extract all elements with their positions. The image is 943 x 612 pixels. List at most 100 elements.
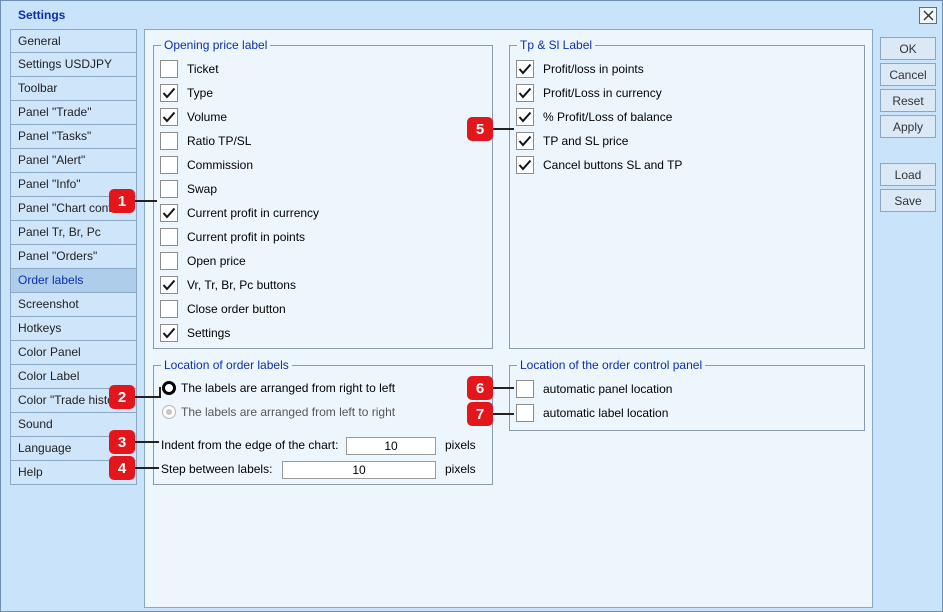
settings-window: Settings General Settings USDJPY Toolbar… bbox=[0, 0, 943, 612]
checkbox-label: Type bbox=[187, 86, 214, 100]
tp-sl-label-group: Tp & Sl Label Profit/loss in points Prof… bbox=[509, 38, 865, 349]
checkbox-profit-loss-points[interactable]: Profit/loss in points bbox=[516, 60, 644, 78]
checkmark-icon bbox=[518, 63, 532, 75]
radio-right-to-left[interactable]: The labels are arranged from right to le… bbox=[162, 381, 395, 395]
checkbox-volume[interactable]: Volume bbox=[160, 108, 227, 126]
annotation-badge-4: 4 bbox=[109, 456, 135, 480]
checkbox-label: Swap bbox=[187, 182, 218, 196]
close-button[interactable] bbox=[919, 7, 937, 24]
sidebar-item-panel-orders[interactable]: Panel "Orders" bbox=[10, 245, 137, 269]
checkbox-box[interactable] bbox=[160, 276, 178, 294]
radio-button-disabled[interactable] bbox=[162, 405, 176, 419]
checkbox-type[interactable]: Type bbox=[160, 84, 213, 102]
checkbox-box[interactable] bbox=[160, 300, 178, 318]
checkbox-box[interactable] bbox=[516, 108, 534, 126]
checkbox-ticket[interactable]: Ticket bbox=[160, 60, 219, 78]
annotation-connector bbox=[492, 128, 514, 130]
sidebar-item-screenshot[interactable]: Screenshot bbox=[10, 293, 137, 317]
checkbox-tp-sl-price[interactable]: TP and SL price bbox=[516, 132, 628, 150]
checkbox-box[interactable] bbox=[160, 324, 178, 342]
checkbox-profit-loss-balance[interactable]: % Profit/Loss of balance bbox=[516, 108, 672, 126]
checkbox-box[interactable] bbox=[160, 180, 178, 198]
checkbox-label: Vr, Tr, Br, Pc buttons bbox=[187, 278, 296, 292]
checkbox-label: Profit/Loss in currency bbox=[543, 86, 662, 100]
radio-label: The labels are arranged from left to rig… bbox=[181, 405, 396, 419]
checkbox-automatic-label-location[interactable]: automatic label location bbox=[516, 404, 668, 422]
checkbox-box[interactable] bbox=[516, 60, 534, 78]
ok-button[interactable]: OK bbox=[880, 37, 936, 60]
checkbox-swap[interactable]: Swap bbox=[160, 180, 217, 198]
checkbox-box[interactable] bbox=[160, 84, 178, 102]
checkbox-label: TP and SL price bbox=[543, 134, 629, 148]
indent-input[interactable] bbox=[346, 437, 436, 455]
sidebar-item-hotkeys[interactable]: Hotkeys bbox=[10, 317, 137, 341]
checkbox-box[interactable] bbox=[160, 132, 178, 150]
indent-unit: pixels bbox=[445, 438, 476, 452]
checkbox-box[interactable] bbox=[160, 156, 178, 174]
sidebar: General Settings USDJPY Toolbar Panel "T… bbox=[10, 29, 137, 485]
sidebar-item-order-labels[interactable]: Order labels bbox=[10, 269, 137, 293]
radio-left-to-right[interactable]: The labels are arranged from left to rig… bbox=[162, 405, 395, 419]
annotation-connector bbox=[135, 467, 159, 469]
step-label: Step between labels: bbox=[161, 462, 273, 476]
annotation-connector bbox=[135, 200, 157, 202]
checkbox-commission[interactable]: Commission bbox=[160, 156, 253, 174]
checkbox-box[interactable] bbox=[160, 228, 178, 246]
checkmark-icon bbox=[518, 159, 532, 171]
checkbox-profit-points[interactable]: Current profit in points bbox=[160, 228, 305, 246]
sidebar-item-color-panel[interactable]: Color Panel bbox=[10, 341, 137, 365]
checkbox-box[interactable] bbox=[516, 404, 534, 422]
load-button[interactable]: Load bbox=[880, 163, 936, 186]
sidebar-item-panel-trade[interactable]: Panel "Trade" bbox=[10, 101, 137, 125]
checkbox-profit-currency[interactable]: Current profit in currency bbox=[160, 204, 319, 222]
checkbox-label: Open price bbox=[187, 254, 246, 268]
checkbox-open-price[interactable]: Open price bbox=[160, 252, 246, 270]
checkbox-box[interactable] bbox=[160, 204, 178, 222]
annotation-badge-3: 3 bbox=[109, 430, 135, 454]
checkmark-icon bbox=[518, 87, 532, 99]
checkbox-vr-tr-br-pc-buttons[interactable]: Vr, Tr, Br, Pc buttons bbox=[160, 276, 296, 294]
close-icon bbox=[923, 10, 933, 21]
group-title: Location of order labels bbox=[161, 358, 292, 372]
step-input[interactable] bbox=[282, 461, 436, 479]
checkbox-label: automatic panel location bbox=[543, 382, 673, 396]
reset-button[interactable]: Reset bbox=[880, 89, 936, 112]
checkbox-ratio-tp-sl[interactable]: Ratio TP/SL bbox=[160, 132, 251, 150]
checkbox-box[interactable] bbox=[160, 108, 178, 126]
annotation-connector bbox=[135, 396, 161, 398]
checkbox-box[interactable] bbox=[516, 380, 534, 398]
checkmark-icon bbox=[518, 135, 532, 147]
annotation-badge-7: 7 bbox=[467, 402, 493, 426]
opening-price-label-group: Opening price label Ticket Type Volume R… bbox=[153, 38, 493, 349]
sidebar-item-panel-alert[interactable]: Panel "Alert" bbox=[10, 149, 137, 173]
save-button[interactable]: Save bbox=[880, 189, 936, 212]
step-unit: pixels bbox=[445, 462, 476, 476]
checkbox-close-order-button[interactable]: Close order button bbox=[160, 300, 286, 318]
group-title: Tp & Sl Label bbox=[517, 38, 596, 52]
indent-label: Indent from the edge of the chart: bbox=[161, 438, 339, 452]
sidebar-item-general[interactable]: General bbox=[10, 29, 137, 53]
radio-button-selected[interactable] bbox=[162, 381, 176, 395]
checkmark-icon bbox=[162, 207, 176, 219]
checkmark-icon bbox=[162, 327, 176, 339]
checkbox-box[interactable] bbox=[516, 156, 534, 174]
cancel-button[interactable]: Cancel bbox=[880, 63, 936, 86]
checkbox-cancel-buttons-sl-tp[interactable]: Cancel buttons SL and TP bbox=[516, 156, 682, 174]
checkbox-settings[interactable]: Settings bbox=[160, 324, 230, 342]
checkbox-box[interactable] bbox=[160, 252, 178, 270]
sidebar-item-settings-symbol[interactable]: Settings USDJPY bbox=[10, 53, 137, 77]
sidebar-item-panel-tasks[interactable]: Panel "Tasks" bbox=[10, 125, 137, 149]
apply-button[interactable]: Apply bbox=[880, 115, 936, 138]
checkbox-label: Cancel buttons SL and TP bbox=[543, 158, 683, 172]
window-title: Settings bbox=[18, 8, 66, 22]
sidebar-item-toolbar[interactable]: Toolbar bbox=[10, 77, 137, 101]
annotation-connector bbox=[159, 387, 161, 398]
sidebar-item-panel-tr-br-pc[interactable]: Panel Tr, Br, Pc bbox=[10, 221, 137, 245]
checkbox-box[interactable] bbox=[516, 132, 534, 150]
checkbox-profit-loss-currency[interactable]: Profit/Loss in currency bbox=[516, 84, 662, 102]
checkbox-automatic-panel-location[interactable]: automatic panel location bbox=[516, 380, 672, 398]
checkbox-box[interactable] bbox=[160, 60, 178, 78]
checkbox-box[interactable] bbox=[516, 84, 534, 102]
group-title: Opening price label bbox=[161, 38, 271, 52]
checkbox-label: Current profit in points bbox=[187, 230, 306, 244]
